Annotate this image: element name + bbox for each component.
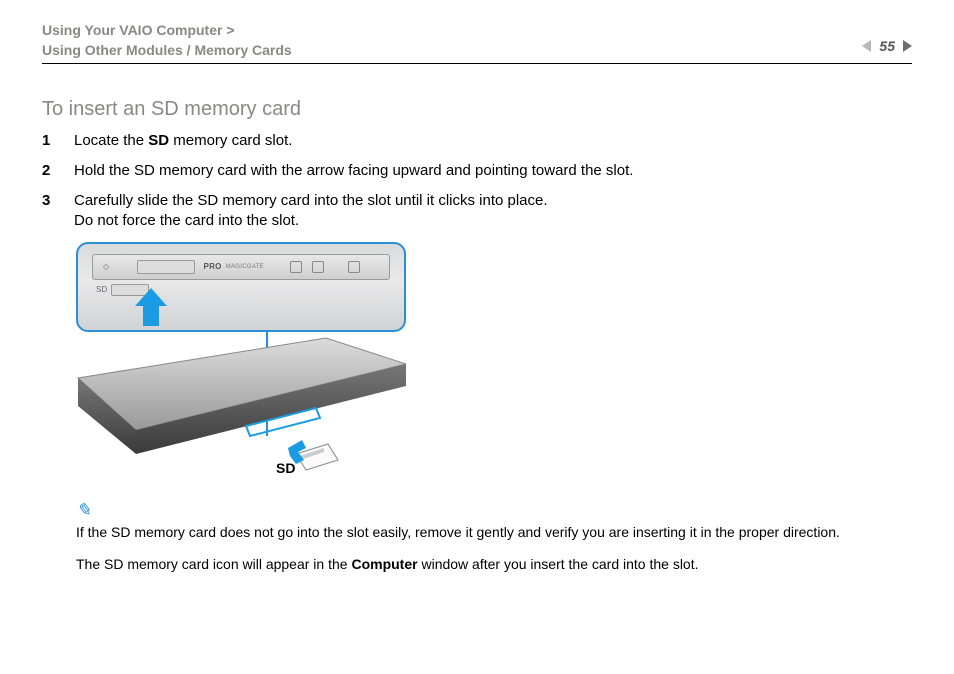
figure-detail-callout: ◇ PRO MAGICGATE SD [76, 242, 406, 332]
step-number: 1 [42, 131, 54, 151]
step-list: 1 Locate the SD memory card slot. 2 Hold… [42, 131, 912, 232]
section-title: To insert an SD memory card [42, 98, 912, 121]
step-text: Locate the SD memory card slot. [74, 131, 292, 151]
memorystick-slot [137, 260, 195, 274]
pro-label: PRO [203, 262, 221, 271]
indicator-icon [348, 261, 360, 273]
note2-bold: Computer [351, 556, 417, 572]
indicator-icon [312, 261, 324, 273]
step-number: 2 [42, 161, 54, 181]
note2-pre: The SD memory card icon will appear in t… [76, 556, 351, 572]
page-number: 55 [879, 38, 895, 54]
note-text: If the SD memory card does not go into t… [76, 523, 912, 542]
step-text: Hold the SD memory card with the arrow f… [74, 161, 633, 181]
card-reader-strip: ◇ PRO MAGICGATE [92, 254, 390, 280]
page-header: Using Your VAIO Computer > Using Other M… [42, 20, 912, 64]
step-number: 3 [42, 191, 54, 232]
prev-page-icon[interactable] [862, 40, 871, 52]
step-item: 1 Locate the SD memory card slot. [42, 131, 912, 151]
note2-post: window after you insert the card into th… [418, 556, 699, 572]
breadcrumb-sep: > [226, 22, 234, 38]
sd-small-label: SD [96, 285, 107, 294]
manual-page: Using Your VAIO Computer > Using Other M… [0, 0, 954, 674]
laptop-perspective-svg: ʌ⁄io [76, 336, 406, 486]
magicgate-label: MAGICGATE [226, 264, 264, 270]
step-text: Carefully slide the SD memory card into … [74, 191, 548, 232]
breadcrumb-top: Using Your VAIO Computer [42, 22, 222, 38]
insert-arrow-icon [132, 288, 170, 326]
sd-card-label: SD [276, 460, 295, 476]
note-icon: ✎ [76, 500, 912, 521]
figure: ◇ PRO MAGICGATE SD [76, 242, 406, 486]
indicator-icon [290, 261, 302, 273]
breadcrumb-sub: Using Other Modules / Memory Cards [42, 42, 292, 58]
breadcrumb: Using Your VAIO Computer > Using Other M… [42, 20, 292, 61]
next-page-icon[interactable] [903, 40, 912, 52]
figure-perspective: ʌ⁄io SD [76, 336, 406, 486]
note-text: The SD memory card icon will appear in t… [76, 555, 912, 574]
step-item: 3 Carefully slide the SD memory card int… [42, 191, 912, 232]
pager: 55 [862, 38, 912, 54]
step-item: 2 Hold the SD memory card with the arrow… [42, 161, 912, 181]
